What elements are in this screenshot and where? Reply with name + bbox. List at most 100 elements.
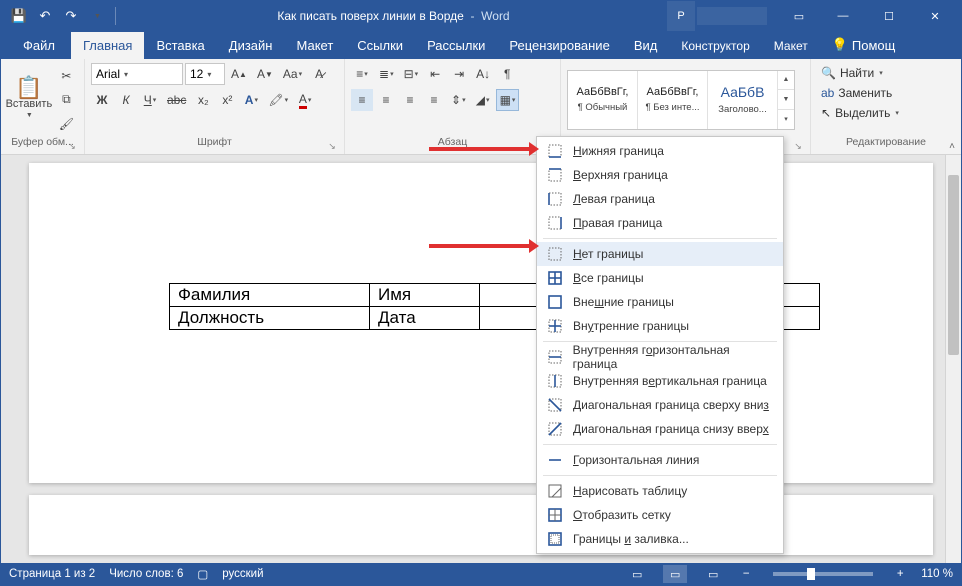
italic-button[interactable]: К [115,89,137,111]
align-left-button[interactable]: ≡ [351,89,373,111]
view-web-layout-button[interactable]: ▭ [701,565,725,583]
borders-menu-iv[interactable]: Внутренняя вертикальная граница [537,369,783,393]
zoom-level[interactable]: 110 % [921,568,953,580]
sort-button[interactable]: A↓ [472,63,494,85]
style-normal[interactable]: АаБбВвГг,¶ Обычный [568,71,638,129]
select-button[interactable]: ↖Выделить▾ [817,103,903,123]
borders-menu-dup[interactable]: Диагональная граница снизу вверх [537,417,783,441]
tab-view[interactable]: Вид [622,32,670,59]
justify-button[interactable]: ≡ [423,89,445,111]
tab-layout[interactable]: Макет [284,32,345,59]
tab-mailings[interactable]: Рассылки [415,32,497,59]
multilevel-list-button[interactable]: ⊟▾ [400,63,423,85]
status-page[interactable]: Страница 1 из 2 [9,568,95,580]
replace-button[interactable]: abЗаменить [817,83,896,103]
borders-menu-all[interactable]: Все границы [537,266,783,290]
table-cell[interactable]: Должность [170,307,370,330]
format-painter-button[interactable]: 🖌 [55,113,78,135]
align-center-button[interactable]: ≡ [375,89,397,111]
style-no-spacing[interactable]: АаБбВвГг,¶ Без инте... [638,71,708,129]
tell-me-button[interactable]: 💡Помощ [820,31,908,59]
tab-file[interactable]: Файл [7,32,71,59]
text-effects-button[interactable]: A▾ [240,89,262,111]
font-color-button[interactable]: A▾ [294,89,316,111]
zoom-slider[interactable] [773,572,873,576]
view-read-mode-button[interactable]: ▭ [625,565,649,583]
vertical-scrollbar[interactable] [945,155,961,563]
borders-menu-ddown[interactable]: Диагональная граница сверху вниз [537,393,783,417]
borders-menu-draw[interactable]: Нарисовать таблицу [537,479,783,503]
styles-dialog-launcher[interactable]: ↘ [792,140,804,152]
font-name-combo[interactable]: Arial▾ [91,63,183,85]
styles-gallery[interactable]: АаБбВвГг,¶ Обычный АаБбВвГг,¶ Без инте..… [567,70,795,130]
scrollbar-thumb[interactable] [948,175,959,355]
font-size-combo[interactable]: 12▾ [185,63,225,85]
borders-menu-inside[interactable]: Внутренние границы [537,314,783,338]
paste-button[interactable]: 📋 Вставить ▼ [7,67,51,133]
align-right-button[interactable]: ≡ [399,89,421,111]
font-dialog-launcher[interactable]: ↘ [326,140,338,152]
numbering-button[interactable]: ≣▾ [375,63,398,85]
account-badge[interactable]: Р [667,1,695,31]
tab-table-layout[interactable]: Макет [762,33,820,59]
bold-button[interactable]: Ж [91,89,113,111]
styles-gallery-more[interactable]: ▲▼▾ [778,71,794,129]
decrease-indent-button[interactable]: ⇤ [424,63,446,85]
borders-menu-right[interactable]: Правая граница [537,211,783,235]
tab-insert[interactable]: Вставка [144,32,216,59]
zoom-out-button[interactable]: − [739,568,753,580]
underline-button[interactable]: Ч▾ [139,89,161,111]
page-1[interactable]: Фамилия Имя Должность Дата [29,163,933,483]
borders-menu-grid[interactable]: Отобразить сетку [537,503,783,527]
find-button[interactable]: 🔍Найти▾ [817,63,887,83]
undo-button[interactable]: ↶ [33,4,57,28]
borders-menu-bottom[interactable]: Нижняя граница [537,139,783,163]
borders-menu-none[interactable]: Нет границы [537,242,783,266]
table-cell[interactable]: Имя [370,284,480,307]
increase-indent-button[interactable]: ⇥ [448,63,470,85]
minimize-button[interactable]: — [821,1,865,31]
tab-design[interactable]: Дизайн [217,32,285,59]
status-language[interactable]: русский [222,568,263,580]
borders-menu-ih[interactable]: Внутренняя горизонтальная граница [537,345,783,369]
page-2[interactable] [29,495,933,555]
ribbon-display-options-button[interactable]: ▭ [779,1,819,31]
borders-menu-top[interactable]: Верхняя граница [537,163,783,187]
grow-font-button[interactable]: A▲ [227,63,251,85]
shrink-font-button[interactable]: A▼ [253,63,277,85]
borders-menu-outside[interactable]: Внешние границы [537,290,783,314]
clear-formatting-button[interactable]: A̷ [308,63,330,85]
strikethrough-button[interactable]: abc [163,89,190,111]
tab-table-design[interactable]: Конструктор [669,33,761,59]
show-marks-button[interactable]: ¶ [496,63,518,85]
change-case-button[interactable]: Aa▾ [279,63,306,85]
redo-button[interactable]: ↷ [59,4,83,28]
save-button[interactable]: 💾 [7,4,31,28]
status-spellcheck[interactable]: ▢ [197,567,208,581]
view-print-layout-button[interactable]: ▭ [663,565,687,583]
shading-button[interactable]: ◢▾ [472,89,494,111]
highlight-button[interactable]: 🖍▾ [264,89,292,111]
clipboard-dialog-launcher[interactable]: ↘ [66,140,78,152]
qat-customize-button[interactable]: ▼ [85,4,109,28]
tab-review[interactable]: Рецензирование [497,32,621,59]
superscript-button[interactable]: x² [216,89,238,111]
close-button[interactable]: ✕ [913,1,957,31]
cut-button[interactable]: ✂ [55,65,78,87]
style-heading1[interactable]: АаБбВЗаголово... [708,71,778,129]
table-cell[interactable]: Фамилия [170,284,370,307]
borders-button[interactable]: ▦▾ [496,89,520,111]
maximize-button[interactable]: ☐ [867,1,911,31]
line-spacing-button[interactable]: ⇕▾ [447,89,470,111]
zoom-in-button[interactable]: + [893,568,907,580]
borders-menu-hline[interactable]: Горизонтальная линия [537,448,783,472]
tab-references[interactable]: Ссылки [345,32,415,59]
copy-button[interactable]: ⧉ [55,89,78,111]
collapse-ribbon-button[interactable]: ˄ [949,141,955,152]
borders-menu-dialog[interactable]: Границы и заливка... [537,527,783,551]
status-word-count[interactable]: Число слов: 6 [109,568,183,580]
account-name[interactable] [697,7,767,25]
table-cell[interactable]: Дата [370,307,480,330]
bullets-button[interactable]: ≡▾ [351,63,373,85]
borders-menu-left[interactable]: Левая граница [537,187,783,211]
